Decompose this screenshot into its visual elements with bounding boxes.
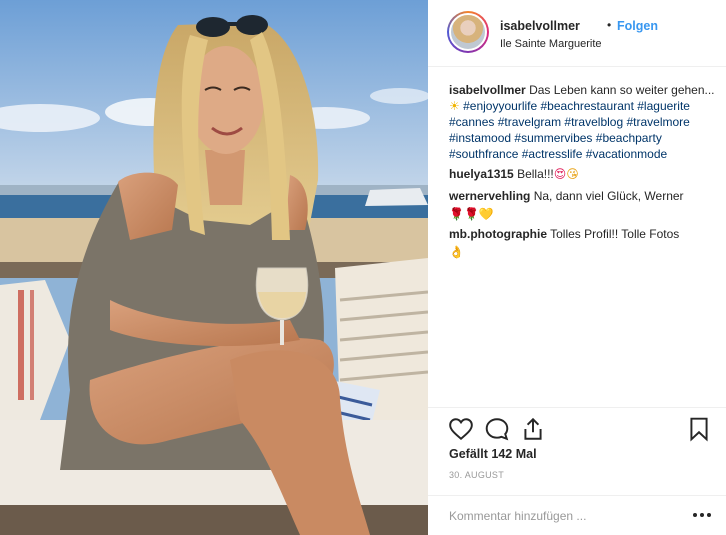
hashtag-link[interactable]: #cannes	[449, 115, 494, 129]
speech-bubble-icon	[485, 418, 509, 441]
hashtag-link[interactable]: #actresslife	[522, 147, 583, 161]
ok-hand-emoji-icon: 👌	[449, 245, 464, 259]
follow-button[interactable]: Folgen	[617, 19, 658, 33]
save-button[interactable]	[686, 416, 712, 442]
heart-eyes-emoji-icon: 😍	[553, 167, 567, 181]
hashtag-link[interactable]: #vacationmode	[586, 147, 667, 161]
comment-text: Na, dann viel Glück, Werner	[533, 189, 684, 203]
action-bar	[428, 407, 726, 447]
post-date[interactable]: 30. AUGUST	[449, 470, 504, 480]
hashtag-link[interactable]: #summervibes	[514, 131, 592, 145]
hashtag-link[interactable]: #southfrance	[449, 147, 518, 161]
post-header: isabelvollmer • Folgen Ile Sainte Margue…	[428, 0, 726, 67]
post-side-panel: isabelvollmer • Folgen Ile Sainte Margue…	[428, 0, 726, 535]
comment-input[interactable]	[449, 507, 649, 525]
like-button[interactable]	[448, 416, 474, 442]
comment-username[interactable]: mb.photographie	[449, 227, 547, 241]
comments-list: isabelvollmer Das Leben kann so weiter g…	[449, 82, 719, 262]
caption-text: Das Leben kann so weiter gehen...	[529, 83, 715, 97]
bookmark-icon	[690, 417, 708, 442]
caption: isabelvollmer Das Leben kann so weiter g…	[449, 82, 719, 162]
rose-emoji-icon: 🌹	[449, 207, 464, 221]
hashtag-link[interactable]: #travelblog	[564, 115, 623, 129]
comment-text: Tolles Profil!! Tolle Fotos	[550, 227, 680, 241]
comment-item: mb.photographie Tolles Profil!! Tolle Fo…	[449, 226, 719, 260]
comment-username[interactable]: huelya1315	[449, 167, 514, 181]
sun-emoji-icon: ☀	[449, 99, 460, 113]
comment-button[interactable]	[484, 416, 510, 442]
header-separator: •	[607, 18, 612, 32]
profile-avatar[interactable]	[447, 11, 489, 53]
share-button[interactable]	[520, 416, 546, 442]
post-photo[interactable]	[0, 0, 428, 535]
share-upload-icon	[524, 417, 542, 440]
header-username[interactable]: isabelvollmer	[500, 19, 580, 33]
hashtag-link[interactable]: #travelgram	[498, 115, 561, 129]
comment-item: huelya1315 Bella!!!😍😘	[449, 166, 719, 182]
comment-text: Bella!!!	[517, 167, 554, 181]
kiss-emoji-icon: 😘	[566, 167, 579, 181]
add-comment-bar	[428, 495, 726, 535]
likes-count[interactable]: Gefällt 142 Mal	[449, 447, 537, 461]
ellipsis-icon	[693, 513, 711, 517]
more-options-button[interactable]	[690, 503, 714, 527]
hashtag-link[interactable]: #instamood	[449, 131, 511, 145]
comment-item: wernervehling Na, dann viel Glück, Werne…	[449, 188, 719, 222]
instagram-post: isabelvollmer • Folgen Ile Sainte Margue…	[0, 0, 726, 535]
hashtag-link[interactable]: #enjoyyourlife	[463, 99, 537, 113]
hashtag-link[interactable]: #laguerite	[637, 99, 690, 113]
hashtag-link[interactable]: #beachrestaurant	[541, 99, 634, 113]
location-link[interactable]: Ile Sainte Marguerite	[500, 38, 602, 50]
caption-username[interactable]: isabelvollmer	[449, 83, 526, 97]
heart-outline-icon	[449, 418, 473, 441]
photo-woman-beach	[0, 0, 428, 535]
hashtag-link[interactable]: #travelmore	[626, 115, 689, 129]
hashtag-link[interactable]: #beachparty	[596, 131, 662, 145]
comment-username[interactable]: wernervehling	[449, 189, 530, 203]
avatar-image	[449, 13, 487, 51]
yellow-heart-emoji-icon: 💛	[478, 207, 494, 221]
rose-emoji-icon: 🌹	[463, 207, 479, 221]
